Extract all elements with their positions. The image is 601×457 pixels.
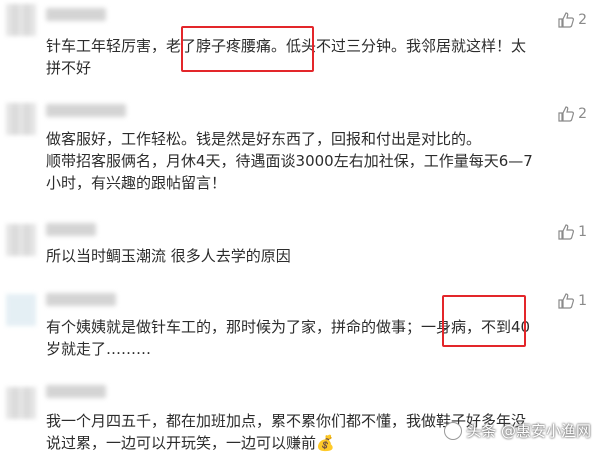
avatar[interactable] [6, 294, 36, 326]
like-button[interactable]: 1 [558, 224, 587, 240]
like-button[interactable]: 2 [558, 106, 587, 122]
comment-text: 针车工年轻厉害，老了脖子疼腰痛。低头不过三分钟。我邻居就这样！太 拼不好 [46, 35, 591, 79]
username-blurred[interactable] [46, 8, 106, 21]
like-button[interactable]: 2 [558, 12, 587, 28]
thumbs-up-icon [558, 224, 575, 240]
username-blurred[interactable] [46, 223, 96, 236]
comment-line: 顺带招客服俩名，月休4天，待遇面谈3000左右加社保，工作量每天6—7 [46, 152, 533, 170]
avatar[interactable] [6, 103, 36, 135]
watermark-text: 头条 @惠安小渔网 [466, 422, 591, 440]
comment-line: 做客服好，工作轻松。钱是然是好东西了，回报和付出是对比的。 [46, 130, 482, 148]
comment-text: 做客服好，工作轻松。钱是然是好东西了，回报和付出是对比的。 顺带招客服俩名，月休… [46, 128, 591, 194]
username-blurred[interactable] [46, 385, 106, 398]
like-count: 2 [578, 12, 587, 28]
thumbs-up-icon [558, 12, 575, 28]
highlight-box [181, 26, 314, 72]
comment-line: 拼不好 [46, 59, 92, 77]
avatar[interactable] [6, 4, 36, 36]
username-blurred[interactable] [46, 104, 126, 117]
like-button[interactable]: 1 [558, 293, 587, 309]
comment-text: 所以当时鲷玉潮流 很多人去学的原因 [46, 245, 591, 267]
like-count: 1 [578, 293, 587, 309]
avatar[interactable] [6, 387, 36, 419]
watermark: 头条 @惠安小渔网 [444, 420, 591, 441]
thumbs-up-icon [558, 106, 575, 122]
thumbs-up-icon [558, 293, 575, 309]
comment-line: 小时，有兴趣的跟帖留言！ [46, 174, 227, 192]
username-blurred[interactable] [46, 293, 116, 306]
avatar[interactable] [6, 224, 36, 256]
toutiao-logo-icon [444, 421, 463, 440]
like-count: 2 [578, 106, 587, 122]
comment-line: 所以当时鲷玉潮流 很多人去学的原因 [46, 247, 291, 265]
comment-line: 针车工年轻厉害，老了脖子疼腰痛。低头不过三分钟。我邻居就这样！太 [46, 37, 527, 55]
like-count: 1 [578, 224, 587, 240]
highlight-box [442, 295, 526, 347]
